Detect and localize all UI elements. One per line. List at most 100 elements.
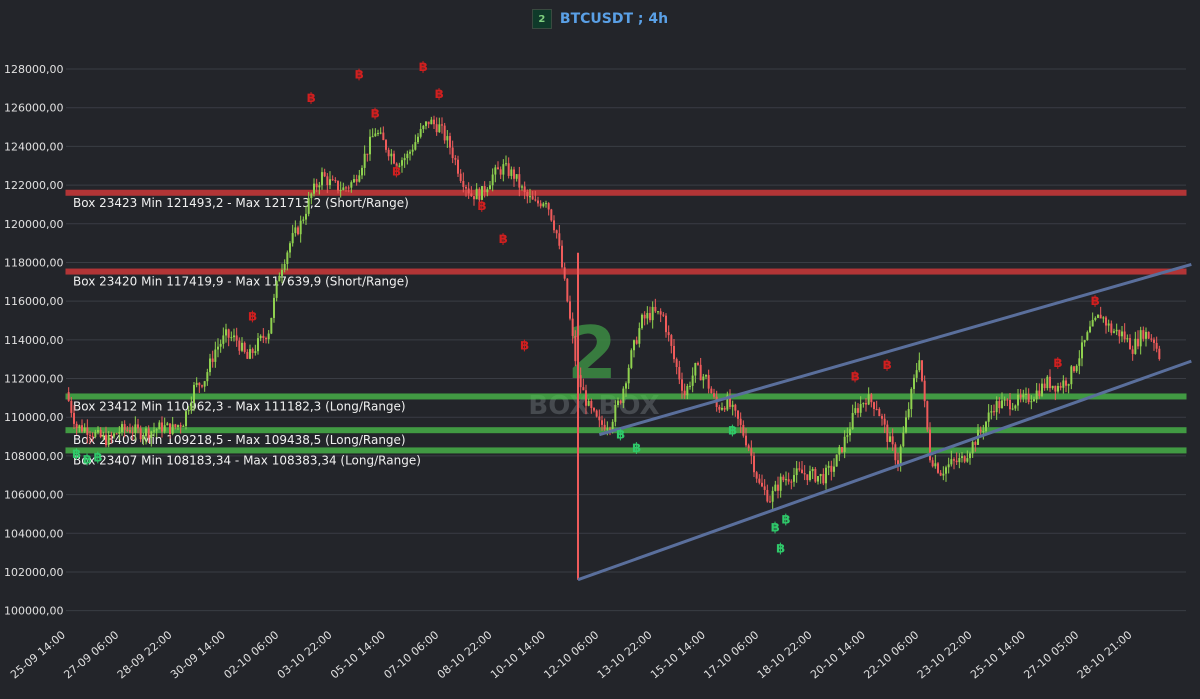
candle-body bbox=[137, 424, 139, 429]
candle-body bbox=[785, 479, 787, 481]
candle-body bbox=[323, 172, 326, 177]
candle-body bbox=[201, 385, 203, 387]
candle-body bbox=[953, 459, 955, 461]
candle-body bbox=[945, 467, 947, 474]
candle-body bbox=[441, 124, 443, 126]
candle-body bbox=[214, 349, 217, 362]
candle-body bbox=[798, 468, 801, 470]
candle-body bbox=[425, 121, 427, 126]
candle-body bbox=[1075, 365, 1078, 372]
candle-body bbox=[771, 490, 774, 502]
candle-body bbox=[969, 453, 971, 459]
candle-body bbox=[278, 275, 281, 282]
candle-body bbox=[371, 136, 374, 138]
candle-body bbox=[1001, 400, 1003, 409]
candle-body bbox=[913, 377, 915, 389]
candle-body bbox=[465, 186, 467, 189]
candle-body bbox=[854, 408, 857, 413]
candle-body bbox=[774, 484, 777, 491]
candle-body bbox=[374, 133, 377, 137]
candle-body bbox=[473, 196, 475, 200]
candle-body bbox=[1115, 329, 1118, 332]
candle-body bbox=[555, 230, 558, 234]
bull-signal-icon: ฿ bbox=[83, 453, 92, 468]
candle-body bbox=[401, 160, 403, 166]
candle-body bbox=[675, 359, 678, 367]
candle-body bbox=[966, 458, 969, 462]
bull-signal-icon: ฿ bbox=[616, 427, 625, 442]
y-tick-label: 122000,00 bbox=[4, 179, 64, 192]
candle-body bbox=[755, 472, 758, 479]
candle-body bbox=[545, 203, 547, 205]
y-tick-label: 116000,00 bbox=[4, 295, 64, 308]
bull-signal-icon: ฿ bbox=[728, 424, 737, 439]
candle-body bbox=[246, 351, 249, 359]
candle-body bbox=[667, 332, 670, 336]
candle-body bbox=[350, 182, 353, 188]
candle-body bbox=[582, 387, 585, 391]
candle-body bbox=[283, 264, 286, 270]
candle-body bbox=[694, 363, 697, 376]
bull-signal-icon: ฿ bbox=[632, 441, 641, 456]
candle-body bbox=[657, 311, 659, 313]
candle-body bbox=[81, 425, 83, 432]
candle-body bbox=[1102, 317, 1105, 319]
candle-body bbox=[1014, 405, 1017, 409]
candle-body bbox=[883, 418, 886, 425]
candle-body bbox=[163, 425, 166, 432]
candle-body bbox=[99, 429, 102, 437]
candle-body bbox=[486, 189, 489, 193]
candle-body bbox=[467, 188, 470, 194]
candle-body bbox=[1099, 314, 1102, 319]
candle-body bbox=[505, 163, 507, 165]
candle-body bbox=[881, 416, 883, 419]
candle-body bbox=[1073, 366, 1075, 372]
candle-body bbox=[737, 410, 739, 419]
candle-body bbox=[339, 190, 342, 192]
candle-body bbox=[990, 411, 993, 413]
candle-body bbox=[185, 411, 187, 427]
candle-body bbox=[819, 474, 822, 477]
candle-body bbox=[270, 317, 273, 334]
candle-body bbox=[811, 468, 814, 472]
candle-body bbox=[614, 405, 617, 422]
candle-body bbox=[769, 501, 771, 503]
candle-body bbox=[1107, 323, 1110, 326]
x-tick-label: 22-10 06:00 bbox=[861, 628, 921, 681]
candle-body bbox=[630, 350, 633, 368]
candle-body bbox=[513, 169, 515, 179]
candle-body bbox=[281, 269, 283, 276]
candle-body bbox=[531, 196, 534, 200]
candle-body bbox=[1033, 399, 1035, 402]
candle-body bbox=[315, 183, 318, 188]
candle-body bbox=[619, 400, 622, 403]
candle-body bbox=[534, 199, 537, 201]
candle-body bbox=[337, 180, 339, 191]
candle-body bbox=[851, 412, 854, 430]
candle-body bbox=[313, 183, 315, 194]
candle-body bbox=[478, 188, 481, 200]
candle-body bbox=[779, 476, 782, 491]
candle-body bbox=[494, 167, 497, 175]
candle-body bbox=[166, 423, 169, 426]
candle-body bbox=[710, 388, 713, 394]
x-tick-label: 27-10 05:00 bbox=[1021, 628, 1081, 681]
candle-body bbox=[78, 425, 81, 429]
candle-body bbox=[230, 337, 233, 339]
y-tick-label: 100000,00 bbox=[4, 605, 64, 618]
candle-body bbox=[758, 478, 761, 483]
x-tick-label: 15-10 14:00 bbox=[648, 628, 708, 681]
candle-body bbox=[617, 400, 619, 406]
candle-body bbox=[822, 474, 825, 484]
candle-body bbox=[931, 460, 934, 467]
candle-body bbox=[689, 385, 691, 387]
candle-body bbox=[1078, 358, 1081, 366]
candle-body bbox=[353, 179, 355, 183]
candle-body bbox=[529, 196, 531, 198]
candle-body bbox=[443, 125, 446, 141]
y-tick-label: 102000,00 bbox=[4, 566, 64, 579]
candle-body bbox=[1097, 314, 1099, 318]
candle-body bbox=[1081, 342, 1083, 359]
candle-body bbox=[643, 314, 646, 319]
candle-body bbox=[1105, 317, 1107, 326]
